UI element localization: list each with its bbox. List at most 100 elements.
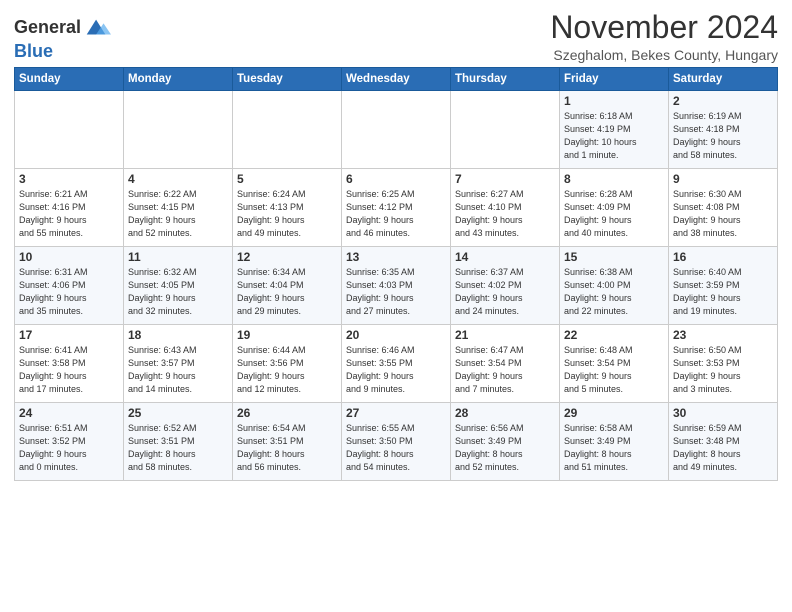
logo-icon bbox=[83, 14, 111, 42]
day-number: 1 bbox=[564, 94, 664, 108]
day-number: 17 bbox=[19, 328, 119, 342]
calendar-cell: 28 Sunrise: 6:56 AMSunset: 3:49 PMDayligh… bbox=[451, 403, 560, 481]
weekday-header-monday: Monday bbox=[124, 68, 233, 91]
day-number: 9 bbox=[673, 172, 773, 186]
day-number: 8 bbox=[564, 172, 664, 186]
day-number: 6 bbox=[346, 172, 446, 186]
day-number: 4 bbox=[128, 172, 228, 186]
calendar-cell: 12 Sunrise: 6:34 AMSunset: 4:04 PMDayligh… bbox=[233, 247, 342, 325]
day-info: Sunrise: 6:27 AMSunset: 4:10 PMDaylight:… bbox=[455, 188, 555, 240]
logo: General Blue bbox=[14, 14, 111, 62]
day-number: 21 bbox=[455, 328, 555, 342]
day-info: Sunrise: 6:31 AMSunset: 4:06 PMDaylight:… bbox=[19, 266, 119, 318]
day-number: 15 bbox=[564, 250, 664, 264]
day-number: 28 bbox=[455, 406, 555, 420]
logo-blue: Blue bbox=[14, 41, 53, 61]
day-info: Sunrise: 6:18 AMSunset: 4:19 PMDaylight:… bbox=[564, 110, 664, 162]
day-info: Sunrise: 6:25 AMSunset: 4:12 PMDaylight:… bbox=[346, 188, 446, 240]
calendar-cell: 5 Sunrise: 6:24 AMSunset: 4:13 PMDaylight… bbox=[233, 169, 342, 247]
week-row-2: 3Sunrise: 6:21 AMSunset: 4:16 PMDaylight… bbox=[15, 169, 778, 247]
day-number: 11 bbox=[128, 250, 228, 264]
day-info: Sunrise: 6:46 AMSunset: 3:55 PMDaylight:… bbox=[346, 344, 446, 396]
calendar-cell: 20Sunrise: 6:46 AMSunset: 3:55 PMDayligh… bbox=[342, 325, 451, 403]
day-info: Sunrise: 6:22 AMSunset: 4:15 PMDaylight:… bbox=[128, 188, 228, 240]
week-row-3: 10 Sunrise: 6:31 AMSunset: 4:06 PMDayligh… bbox=[15, 247, 778, 325]
day-number: 24 bbox=[19, 406, 119, 420]
day-info: Sunrise: 6:51 AMSunset: 3:52 PMDaylight:… bbox=[19, 422, 119, 474]
day-number: 12 bbox=[237, 250, 337, 264]
calendar-cell bbox=[342, 91, 451, 169]
day-info: Sunrise: 6:48 AMSunset: 3:54 PMDaylight:… bbox=[564, 344, 664, 396]
day-number: 5 bbox=[237, 172, 337, 186]
calendar-cell: 23 Sunrise: 6:50 AMSunset: 3:53 PMDayligh… bbox=[669, 325, 778, 403]
calendar-cell: 14Sunrise: 6:37 AMSunset: 4:02 PMDayligh… bbox=[451, 247, 560, 325]
day-info: Sunrise: 6:24 AMSunset: 4:13 PMDaylight:… bbox=[237, 188, 337, 240]
calendar-cell: 15 Sunrise: 6:38 AMSunset: 4:00 PMDayligh… bbox=[560, 247, 669, 325]
calendar-cell: 2 Sunrise: 6:19 AMSunset: 4:18 PMDaylight… bbox=[669, 91, 778, 169]
calendar-container: General Blue November 2024 Szeghalom, Be… bbox=[0, 0, 792, 487]
day-info: Sunrise: 6:52 AMSunset: 3:51 PMDaylight:… bbox=[128, 422, 228, 474]
calendar-cell: 21 Sunrise: 6:47 AMSunset: 3:54 PMDayligh… bbox=[451, 325, 560, 403]
weekday-header-saturday: Saturday bbox=[669, 68, 778, 91]
calendar-cell: 25 Sunrise: 6:52 AMSunset: 3:51 PMDayligh… bbox=[124, 403, 233, 481]
day-number: 22 bbox=[564, 328, 664, 342]
calendar-cell: 26 Sunrise: 6:54 AMSunset: 3:51 PMDayligh… bbox=[233, 403, 342, 481]
day-info: Sunrise: 6:59 AMSunset: 3:48 PMDaylight:… bbox=[673, 422, 773, 474]
location: Szeghalom, Bekes County, Hungary bbox=[550, 47, 778, 63]
day-number: 2 bbox=[673, 94, 773, 108]
day-number: 13 bbox=[346, 250, 446, 264]
day-number: 30 bbox=[673, 406, 773, 420]
calendar-table: SundayMondayTuesdayWednesdayThursdayFrid… bbox=[14, 67, 778, 481]
calendar-cell: 13 Sunrise: 6:35 AMSunset: 4:03 PMDayligh… bbox=[342, 247, 451, 325]
day-info: Sunrise: 6:30 AMSunset: 4:08 PMDaylight:… bbox=[673, 188, 773, 240]
calendar-cell: 10 Sunrise: 6:31 AMSunset: 4:06 PMDayligh… bbox=[15, 247, 124, 325]
day-info: Sunrise: 6:34 AMSunset: 4:04 PMDaylight:… bbox=[237, 266, 337, 318]
day-number: 10 bbox=[19, 250, 119, 264]
calendar-cell: 16Sunrise: 6:40 AMSunset: 3:59 PMDayligh… bbox=[669, 247, 778, 325]
calendar-cell: 1 Sunrise: 6:18 AMSunset: 4:19 PMDaylight… bbox=[560, 91, 669, 169]
month-title: November 2024 bbox=[550, 10, 778, 45]
day-info: Sunrise: 6:40 AMSunset: 3:59 PMDaylight:… bbox=[673, 266, 773, 318]
calendar-cell: 11Sunrise: 6:32 AMSunset: 4:05 PMDayligh… bbox=[124, 247, 233, 325]
weekday-header-thursday: Thursday bbox=[451, 68, 560, 91]
calendar-cell: 4 Sunrise: 6:22 AMSunset: 4:15 PMDaylight… bbox=[124, 169, 233, 247]
calendar-cell: 29 Sunrise: 6:58 AMSunset: 3:49 PMDayligh… bbox=[560, 403, 669, 481]
day-number: 26 bbox=[237, 406, 337, 420]
day-info: Sunrise: 6:35 AMSunset: 4:03 PMDaylight:… bbox=[346, 266, 446, 318]
day-info: Sunrise: 6:43 AMSunset: 3:57 PMDaylight:… bbox=[128, 344, 228, 396]
day-info: Sunrise: 6:38 AMSunset: 4:00 PMDaylight:… bbox=[564, 266, 664, 318]
weekday-header-tuesday: Tuesday bbox=[233, 68, 342, 91]
day-number: 7 bbox=[455, 172, 555, 186]
calendar-cell: 8Sunrise: 6:28 AMSunset: 4:09 PMDaylight… bbox=[560, 169, 669, 247]
weekday-header-sunday: Sunday bbox=[15, 68, 124, 91]
day-info: Sunrise: 6:44 AMSunset: 3:56 PMDaylight:… bbox=[237, 344, 337, 396]
calendar-cell bbox=[233, 91, 342, 169]
calendar-cell: 22 Sunrise: 6:48 AMSunset: 3:54 PMDayligh… bbox=[560, 325, 669, 403]
day-info: Sunrise: 6:50 AMSunset: 3:53 PMDaylight:… bbox=[673, 344, 773, 396]
day-info: Sunrise: 6:54 AMSunset: 3:51 PMDaylight:… bbox=[237, 422, 337, 474]
calendar-cell: 7 Sunrise: 6:27 AMSunset: 4:10 PMDaylight… bbox=[451, 169, 560, 247]
day-info: Sunrise: 6:55 AMSunset: 3:50 PMDaylight:… bbox=[346, 422, 446, 474]
day-number: 18 bbox=[128, 328, 228, 342]
calendar-cell bbox=[15, 91, 124, 169]
day-number: 25 bbox=[128, 406, 228, 420]
weekday-header-friday: Friday bbox=[560, 68, 669, 91]
day-info: Sunrise: 6:19 AMSunset: 4:18 PMDaylight:… bbox=[673, 110, 773, 162]
title-block: November 2024 Szeghalom, Bekes County, H… bbox=[550, 10, 778, 63]
day-info: Sunrise: 6:47 AMSunset: 3:54 PMDaylight:… bbox=[455, 344, 555, 396]
weekday-header-wednesday: Wednesday bbox=[342, 68, 451, 91]
day-info: Sunrise: 6:41 AMSunset: 3:58 PMDaylight:… bbox=[19, 344, 119, 396]
calendar-cell: 18 Sunrise: 6:43 AMSunset: 3:57 PMDayligh… bbox=[124, 325, 233, 403]
calendar-cell: 30 Sunrise: 6:59 AMSunset: 3:48 PMDayligh… bbox=[669, 403, 778, 481]
week-row-1: 1 Sunrise: 6:18 AMSunset: 4:19 PMDaylight… bbox=[15, 91, 778, 169]
day-info: Sunrise: 6:56 AMSunset: 3:49 PMDaylight:… bbox=[455, 422, 555, 474]
day-number: 19 bbox=[237, 328, 337, 342]
calendar-cell: 19 Sunrise: 6:44 AMSunset: 3:56 PMDayligh… bbox=[233, 325, 342, 403]
day-number: 29 bbox=[564, 406, 664, 420]
day-number: 3 bbox=[19, 172, 119, 186]
day-number: 23 bbox=[673, 328, 773, 342]
day-info: Sunrise: 6:58 AMSunset: 3:49 PMDaylight:… bbox=[564, 422, 664, 474]
calendar-cell bbox=[124, 91, 233, 169]
week-row-5: 24 Sunrise: 6:51 AMSunset: 3:52 PMDayligh… bbox=[15, 403, 778, 481]
calendar-cell: 3Sunrise: 6:21 AMSunset: 4:16 PMDaylight… bbox=[15, 169, 124, 247]
